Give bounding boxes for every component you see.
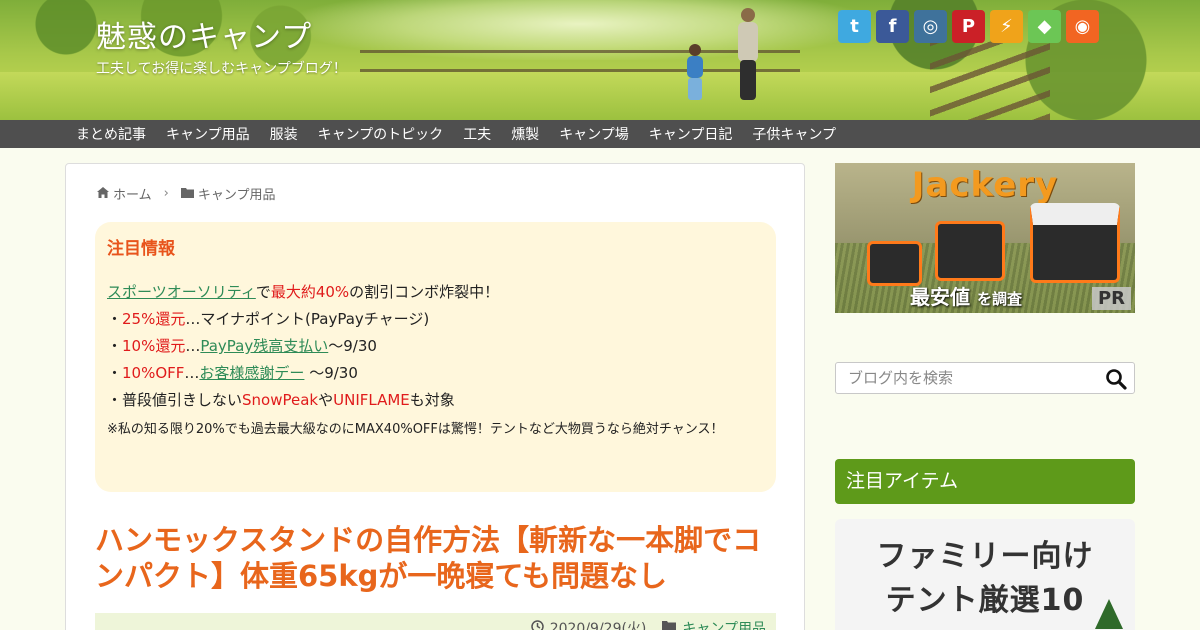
bullet: ・ [107, 364, 123, 382]
breadcrumb: ホーム › キャンプ用品 [97, 184, 275, 203]
nav-item-matome[interactable]: まとめ記事 [76, 124, 146, 144]
header-stairs [930, 40, 1050, 120]
notice-text: も対象 [409, 391, 455, 409]
breadcrumb-home[interactable]: ホーム [113, 184, 152, 203]
banner-brand: Jackery [911, 165, 1059, 205]
notice-text: で [255, 283, 271, 301]
search-box [835, 362, 1135, 394]
notice-line-5: ・普段値引きしないSnowPeakやUNIFLAMEも対象 [107, 387, 764, 414]
banner-caption-main: 最安値 [910, 285, 970, 309]
notice-line-2: ・25%還元…マイナポイント(PayPayチャージ) [107, 306, 764, 333]
banner-caption: 最安値 を調査 [910, 281, 1022, 310]
highlight-text: UNIFLAME [333, 391, 410, 409]
breadcrumb-category[interactable]: キャンプ用品 [198, 184, 276, 203]
site-title[interactable]: 魅惑のキャンプ [96, 12, 312, 56]
notice-text: ～9/30 [328, 337, 377, 355]
notice-line-3: ・10%還元…PayPay残高支払い～9/30 [107, 333, 764, 360]
notice-text: ～9/30 [304, 364, 358, 382]
post-category-link[interactable]: キャンプ用品 [682, 618, 766, 630]
notice-text: ・普段値引きしない [107, 391, 243, 409]
notice-box: 注目情報 スポーツオーソリティで最大約40%の割引コンボ炸裂中！ ・25%還元…… [95, 222, 776, 492]
nav-item-camp-diary[interactable]: キャンプ日記 [649, 124, 733, 144]
bullet: ・ [107, 310, 123, 328]
notice-text: … [185, 337, 201, 355]
post-date: 2020/9/29(火) [549, 621, 647, 630]
widget-title-featured: 注目アイテム [835, 459, 1135, 504]
paypay-link[interactable]: PayPay残高支払い [200, 337, 328, 355]
thanks-day-link[interactable]: お客様感謝デー [199, 364, 304, 382]
facebook-icon[interactable]: f [876, 10, 909, 43]
notice-text: や [318, 391, 334, 409]
jackery-banner[interactable]: Jackery 最安値 を調査 PR [835, 163, 1135, 313]
clock-icon [530, 619, 544, 630]
header-child-figure [684, 44, 706, 100]
family-tent-promo[interactable]: ファミリー向け テント厳選10 [835, 519, 1135, 630]
promo-line-1: ファミリー向け [876, 539, 1094, 574]
main-content: ホーム › キャンプ用品 注目情報 スポーツオーソリティで最大約40%の割引コン… [65, 163, 805, 630]
header-adult-figure [735, 8, 761, 100]
notice-text: の割引コンボ炸裂中！ [349, 283, 500, 301]
feedly-icon[interactable]: ◆ [1028, 10, 1061, 43]
nav-item-camp-topics[interactable]: キャンプのトピック [318, 124, 444, 144]
instagram-icon[interactable]: ◎ [914, 10, 947, 43]
notice-text: … [184, 364, 200, 382]
search-icon[interactable] [1104, 367, 1128, 391]
site-tagline: 工夫してお得に楽しむキャンプブログ！ [96, 61, 347, 77]
pr-badge: PR [1091, 287, 1131, 310]
pinterest-icon[interactable]: P [952, 10, 985, 43]
header-fence [360, 50, 800, 72]
global-nav: まとめ記事 キャンプ用品 服装 キャンプのトピック 工夫 燻製 キャンプ場 キャ… [0, 120, 1200, 148]
highlight-text: 最大約40% [270, 283, 350, 301]
home-icon [97, 186, 109, 201]
highlight-text: 10%還元 [122, 337, 186, 355]
notice-text: …マイナポイント(PayPayチャージ) [185, 310, 430, 328]
social-buttons: t f ◎ P ⚡ ◆ ◉ [838, 10, 1099, 43]
post-title: ハンモックスタンドの自作方法【斬新な一本脚でコンパクト】体重65kgが一晩寝ても… [95, 523, 762, 593]
twitter-icon[interactable]: t [838, 10, 871, 43]
nav-item-campsites[interactable]: キャンプ場 [559, 124, 629, 144]
highlight-text: 10%OFF [122, 364, 185, 382]
folder-icon [662, 620, 677, 630]
highlight-text: 25%還元 [122, 310, 186, 328]
rss-icon[interactable]: ◉ [1066, 10, 1099, 43]
banner-caption-small: を調査 [976, 290, 1022, 308]
chevron-right-icon: › [163, 186, 169, 201]
highlight-text: SnowPeak [242, 391, 319, 409]
bullet: ・ [107, 337, 123, 355]
nav-item-clothing[interactable]: 服装 [270, 124, 298, 144]
nav-item-camp-gear[interactable]: キャンプ用品 [166, 124, 250, 144]
notice-heading: 注目情報 [107, 239, 175, 259]
lightning-icon[interactable]: ⚡ [990, 10, 1023, 43]
power-station-small [867, 241, 922, 286]
power-station-large [1030, 203, 1120, 283]
folder-icon [180, 187, 194, 201]
promo-line-2: テント厳選10 [885, 583, 1085, 618]
nav-item-smoking[interactable]: 燻製 [511, 124, 539, 144]
sports-authority-link[interactable]: スポーツオーソリティ [107, 283, 256, 301]
power-station-medium [935, 221, 1005, 281]
post-meta: 2020/9/29(火) キャンプ用品 [530, 618, 766, 630]
search-input[interactable] [836, 363, 1100, 393]
post-meta-bar: 2020/9/29(火) キャンプ用品 [95, 613, 776, 630]
notice-line-1: スポーツオーソリティで最大約40%の割引コンボ炸裂中！ [107, 279, 764, 306]
site-header: 魅惑のキャンプ 工夫してお得に楽しむキャンプブログ！ t f ◎ P ⚡ ◆ ◉ [0, 0, 1200, 120]
nav-item-kids-camp[interactable]: 子供キャンプ [752, 124, 836, 144]
nav-item-tips[interactable]: 工夫 [463, 124, 491, 144]
notice-line-4: ・10%OFF…お客様感謝デー ～9/30 [107, 360, 764, 387]
tree-icon [1095, 599, 1123, 629]
notice-note: ※私の知る限り20%でも過去最大級なのにMAX40%OFFは驚愕！テントなど大物… [107, 422, 724, 437]
